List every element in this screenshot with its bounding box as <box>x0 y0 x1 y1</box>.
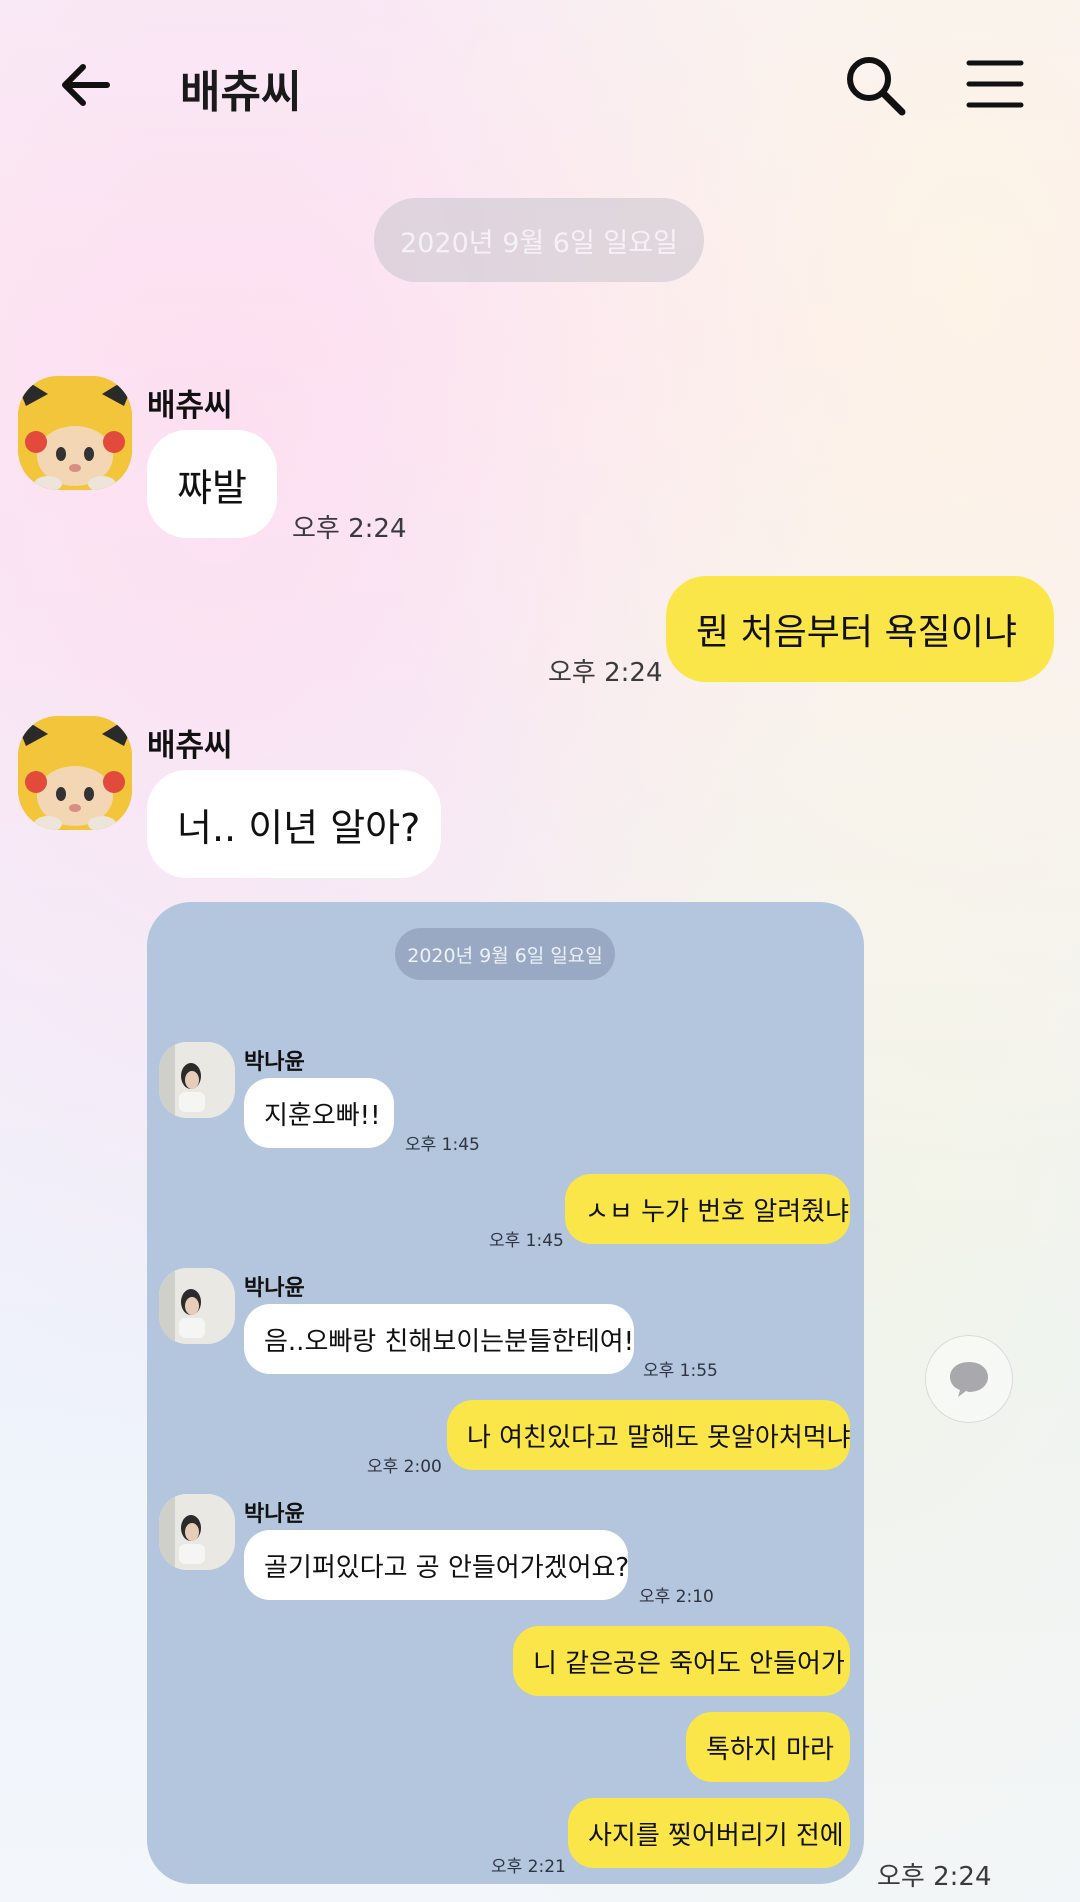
image-sender-name: 박나윤 <box>244 1276 305 1301</box>
comment-button[interactable] <box>925 1335 1013 1423</box>
image-message-incoming: 음..오빠랑 친해보이는분들한테여! <box>244 1304 634 1374</box>
image-avatar <box>159 1494 235 1570</box>
image-message-time: 오후 1:45 <box>489 1231 564 1251</box>
message-bubble-incoming[interactable]: 쨔발 <box>147 430 277 538</box>
image-message-time: 오후 2:10 <box>639 1587 714 1607</box>
pikachu-cat-avatar-icon <box>18 716 132 830</box>
image-avatar <box>159 1268 235 1344</box>
image-avatar <box>159 1042 235 1118</box>
chat-title: 배츄씨 <box>180 67 302 118</box>
image-message-outgoing: 톡하지 마라 <box>686 1712 850 1782</box>
back-button[interactable] <box>55 55 115 115</box>
message-bubble-outgoing[interactable]: 뭔 처음부터 욕질이냐 <box>666 576 1054 682</box>
avatar[interactable] <box>18 716 132 830</box>
message-time: 오후 2:24 <box>292 514 407 544</box>
image-message-outgoing: 사지를 찢어버리기 전에 <box>568 1798 850 1868</box>
image-message-time: 오후 1:55 <box>643 1361 718 1381</box>
image-sender-name: 박나윤 <box>244 1050 305 1075</box>
sender-name: 배츄씨 <box>147 728 233 764</box>
message-bubble-incoming[interactable]: 너.. 이년 알아? <box>147 770 441 878</box>
menu-icon <box>966 60 1024 108</box>
date-divider: 2020년 9월 6일 일요일 <box>374 198 704 282</box>
top-bar: 배츄씨 <box>0 0 1080 170</box>
arrow-left-icon <box>62 64 110 106</box>
image-message-incoming: 지훈오빠!! <box>244 1078 394 1148</box>
person-photo-icon <box>159 1494 235 1570</box>
image-date-divider: 2020년 9월 6일 일요일 <box>395 928 615 980</box>
image-message-time: 오후 2:00 <box>367 1457 442 1477</box>
search-button[interactable] <box>842 52 908 118</box>
person-photo-icon <box>159 1268 235 1344</box>
image-message-outgoing: 나 여친있다고 말해도 못알아처먹냐 <box>447 1400 851 1470</box>
menu-button[interactable] <box>966 58 1024 110</box>
image-message-incoming: 골기퍼있다고 공 안들어가겠어요? <box>244 1530 629 1600</box>
image-message-outgoing: 니 같은공은 죽어도 안들어가 <box>513 1626 850 1696</box>
shared-image[interactable]: 2020년 9월 6일 일요일 박나윤 지훈오빠!! 오후 1:45 오후 1:… <box>147 902 864 1884</box>
pikachu-cat-avatar-icon <box>18 376 132 490</box>
message-time: 오후 2:24 <box>548 658 663 688</box>
search-icon <box>847 57 906 116</box>
image-message-time: 오후 1:45 <box>405 1135 480 1155</box>
sender-name: 배츄씨 <box>147 388 233 424</box>
image-message-time: 오후 2:21 <box>491 1857 566 1877</box>
image-sender-name: 박나윤 <box>244 1502 305 1527</box>
speech-bubble-icon <box>950 1362 988 1397</box>
avatar[interactable] <box>18 376 132 490</box>
image-message-outgoing: ㅅㅂ 누가 번호 알려줬냐 <box>565 1174 850 1244</box>
image-time: 오후 2:24 <box>877 1862 992 1892</box>
person-photo-icon <box>159 1042 235 1118</box>
